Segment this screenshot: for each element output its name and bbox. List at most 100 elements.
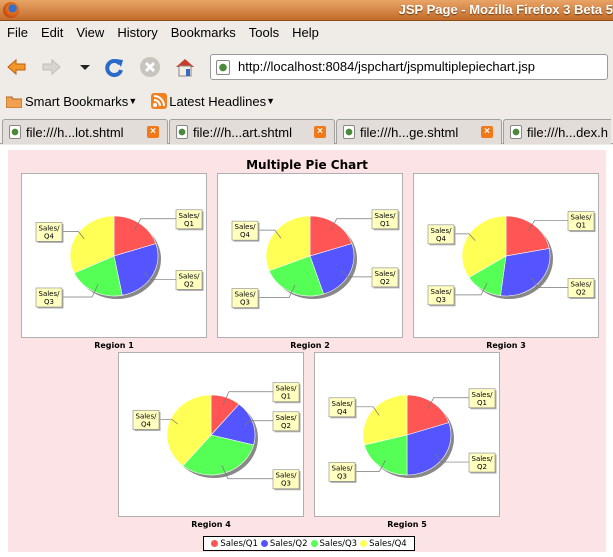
close-tab-icon[interactable]: × (314, 126, 326, 138)
legend-item-q3: Sales/Q3 (310, 539, 357, 549)
pie-chart-region-2: Sales/Q1 Sales/Q2 Sales/Q3 Sales/Q4 (217, 173, 403, 338)
pie-chart-region-4: Sales/Q1 Sales/Q2 Sales/Q3 Sales/Q4 (118, 352, 304, 517)
tab-label: file:///h...ge.shtml (360, 124, 459, 140)
svg-text:Q1: Q1 (576, 222, 586, 230)
svg-text:Sales/: Sales/ (332, 400, 354, 408)
region-label: Region 4 (191, 520, 231, 529)
svg-text:Q4: Q4 (44, 232, 55, 240)
svg-text:Sales/: Sales/ (332, 464, 354, 472)
pie-svg: Sales/Q1Sales/Q2Sales/Q3Sales/Q4 (328, 388, 497, 483)
slice-label: Sales/Q3 (231, 288, 260, 310)
pie-chart-region-1: Sales/Q1 Sales/Q2 Sales/Q3 Sales/Q4 (21, 173, 207, 338)
svg-text:Sales/: Sales/ (375, 270, 397, 278)
slice-label: Sales/Q4 (231, 220, 260, 242)
chart-title: Multiple Pie Chart (246, 158, 368, 172)
svg-text:Sales/: Sales/ (136, 412, 158, 420)
svg-text:Q1: Q1 (477, 399, 487, 407)
svg-text:Q3: Q3 (281, 480, 291, 488)
forward-arrow-icon[interactable] (40, 56, 62, 78)
home-icon[interactable] (174, 56, 196, 78)
slice-label: Sales/Q1 (175, 209, 204, 231)
region-label: Region 2 (290, 341, 330, 350)
back-arrow-icon[interactable] (6, 56, 28, 78)
svg-text:Q4: Q4 (240, 231, 251, 239)
slice-label: Sales/Q4 (328, 397, 357, 419)
svg-text:Q3: Q3 (44, 298, 54, 306)
slice-label: Sales/Q1 (468, 388, 497, 410)
legend-item-q2: Sales/Q2 (260, 539, 308, 549)
pie-chart-region-3: Sales/Q1 Sales/Q2 Sales/Q3 Sales/Q4 (413, 173, 599, 338)
svg-text:Sales/: Sales/ (276, 472, 298, 480)
slice-label: Sales/Q3 (328, 462, 357, 483)
region-label: Region 5 (387, 520, 427, 529)
window-title: JSP Page - Mozilla Firefox 3 Beta 5 (398, 2, 613, 17)
region-label: Region 3 (486, 341, 526, 350)
legend-item-q4: Sales/Q4 (360, 539, 407, 549)
region-label: Region 1 (94, 341, 134, 350)
stop-icon[interactable] (139, 56, 161, 78)
svg-text:Q2: Q2 (576, 288, 586, 296)
smart-bookmarks-button[interactable]: Smart Bookmarks ▼ (6, 94, 137, 109)
chart-legend: Sales/Q1 Sales/Q2 Sales/Q3 Sales/Q4 (203, 536, 415, 551)
svg-text:Q2: Q2 (380, 278, 390, 286)
window-titlebar: JSP Page - Mozilla Firefox 3 Beta 5 (0, 0, 613, 21)
menu-history[interactable]: History (110, 22, 163, 44)
latest-headlines-label: Latest Headlines (169, 93, 267, 109)
slice-label: Sales/Q2 (468, 452, 497, 474)
menu-file[interactable]: File (0, 22, 34, 44)
pie-slice-sales-q2 (500, 248, 551, 297)
page-favicon-icon (343, 125, 355, 139)
close-tab-icon[interactable]: × (147, 126, 159, 138)
svg-text:Sales/: Sales/ (571, 280, 593, 288)
menu-bookmarks[interactable]: Bookmarks (164, 22, 242, 44)
tab-1[interactable]: file:///h...lot.shtml × (2, 119, 168, 144)
svg-text:Sales/: Sales/ (179, 272, 201, 280)
svg-text:Q4: Q4 (141, 420, 152, 428)
menu-edit[interactable]: Edit (34, 22, 69, 44)
url-bar[interactable]: http://localhost:8084/jspchart/jspmultip… (210, 54, 608, 80)
chart-area: Multiple Pie Chart Sales/Q1 Sales/Q2 Sal… (8, 150, 606, 552)
svg-text:Q4: Q4 (337, 408, 348, 416)
chevron-down-icon: ▼ (128, 96, 138, 106)
pie-svg: Sales/Q1Sales/Q2Sales/Q3Sales/Q4 (427, 211, 596, 307)
page-content: Multiple Pie Chart Sales/Q1 Sales/Q2 Sal… (0, 145, 613, 557)
firefox-logo-icon (3, 2, 19, 18)
svg-text:Q1: Q1 (380, 220, 390, 228)
close-tab-icon[interactable]: × (481, 126, 493, 138)
slice-label: Sales/Q4 (427, 224, 456, 246)
pie-chart-region-5: Sales/Q1 Sales/Q2 Sales/Q3 Sales/Q4 (314, 352, 500, 517)
svg-text:Q2: Q2 (184, 280, 194, 288)
page-favicon-icon (176, 125, 188, 139)
reload-icon[interactable] (103, 56, 125, 78)
menu-view[interactable]: View (69, 22, 110, 44)
url-text[interactable]: http://localhost:8084/jspchart/jspmultip… (238, 59, 535, 74)
pie-svg: Sales/Q1 Sales/Q2 Sales/Q3 Sales/Q4 (231, 209, 400, 310)
slice-label: Sales/Q2 (175, 270, 204, 291)
folder-icon (6, 96, 22, 108)
chevron-down-icon: ▼ (266, 96, 275, 106)
svg-text:Sales/: Sales/ (39, 290, 61, 298)
svg-text:Q2: Q2 (477, 463, 487, 471)
slice-label: Sales/Q1 (567, 211, 596, 233)
tab-2[interactable]: file:///h...art.shtml × (169, 119, 335, 144)
bookmarks-toolbar: Smart Bookmarks ▼ Latest Headlines ▼ (0, 90, 283, 112)
tab-label: file:///h...lot.shtml (26, 124, 124, 140)
menu-help[interactable]: Help (285, 22, 325, 44)
svg-text:Q1: Q1 (281, 393, 291, 401)
tab-3[interactable]: file:///h...ge.shtml × (336, 119, 502, 144)
slice-label: Sales/Q4 (35, 222, 64, 243)
tab-label: file:///h...dex.h (527, 124, 608, 140)
svg-text:Q3: Q3 (436, 296, 446, 304)
menu-bar: File Edit View History Bookmarks Tools H… (0, 22, 325, 44)
svg-text:Sales/: Sales/ (39, 224, 61, 232)
tab-4[interactable]: file:///h...dex.h (503, 119, 611, 144)
svg-text:Q3: Q3 (337, 472, 347, 480)
page-favicon-icon (9, 125, 21, 139)
svg-text:Sales/: Sales/ (472, 455, 494, 463)
menu-tools[interactable]: Tools (242, 22, 285, 44)
latest-headlines-button[interactable]: Latest Headlines ▼ (151, 93, 275, 109)
history-dropdown-icon[interactable] (74, 56, 96, 78)
slice-label: Sales/Q2 (371, 267, 400, 289)
slice-label: Sales/Q2 (272, 411, 301, 433)
svg-text:Q3: Q3 (240, 299, 250, 307)
